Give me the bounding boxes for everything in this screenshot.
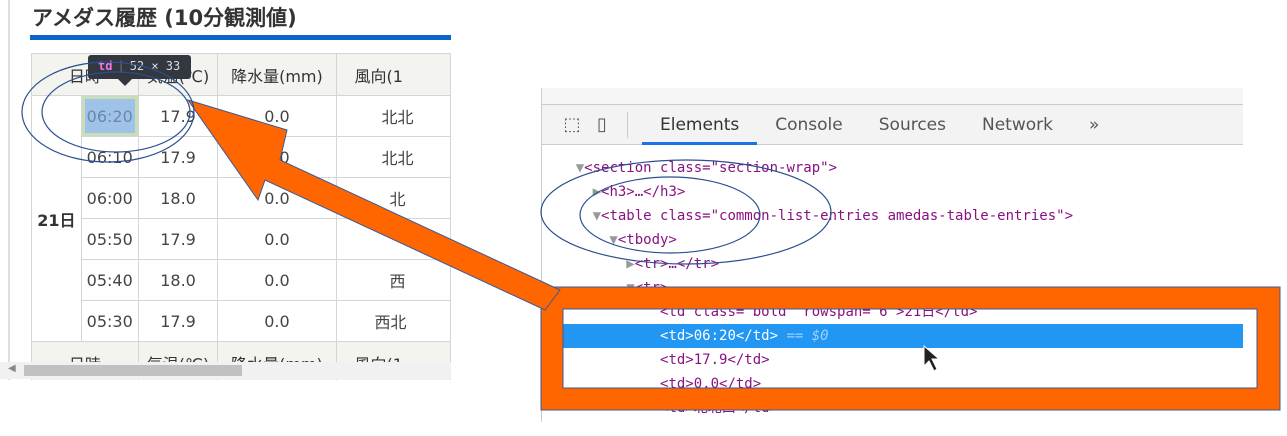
date-cell: 21日 [31,95,82,342]
rain-cell: 0.0 [217,300,337,342]
rain-cell: 0.0 [217,95,337,137]
wind-cell: 北 [335,177,451,219]
tooltip-size: 52 × 33 [129,59,181,73]
time-cell: 05:30 [80,300,139,342]
temp-cell: 17.9 [137,95,219,137]
node-text: <td>17.9</td> [660,352,770,368]
dom-node-h3[interactable]: ▶<h3>…</h3> [542,180,1243,204]
dom-node-tbody[interactable]: ▼<tbody> [542,228,1243,252]
temp-cell: 18.0 [137,259,219,301]
node-text: <tbody> [617,232,677,248]
inspect-tooltip: td | 52 × 33 [88,55,191,86]
webpage-panel: アメダス履歴 (10分観測値) 日時 気温(℃) 降水量(mm) 風向(1 21… [0,0,451,380]
table-row: 05:30 17.9 0.0 西北 [32,300,451,342]
tab-divider [627,111,628,138]
temp-cell: 17.9 [137,136,219,178]
devtools-panel: ⬚ ▯ Elements Console Sources Network » ▼… [541,88,1243,422]
header-wind: 風向(1 [335,53,451,96]
console-ref: == $0 [786,328,829,344]
node-text: <h3>…</h3> [601,184,686,200]
inspect-element-icon[interactable]: ⬚ [557,114,587,135]
temp-cell: 18.0 [137,177,219,219]
wind-cell: 北北 [335,95,451,137]
page-border [8,0,10,380]
tab-network[interactable]: Network [964,105,1071,145]
dom-node-td-wind[interactable]: <td>北北西</td> [542,396,1243,420]
temp-cell: 17.9 [137,218,219,260]
dom-node-td-selected[interactable]: <td>06:20</td> == $0 [542,324,1243,348]
dom-node-section[interactable]: ▼<section class="section-wrap"> [542,156,1243,180]
dom-node-td-date[interactable]: <td class="bold" rowspan="6">21日</td> [542,300,1243,324]
table-row: 21日 06:20 17.9 0.0 北北 [31,95,451,342]
scroll-left-icon[interactable]: ◀ [8,363,16,374]
table-row: 06:10 17.9 0.0 北北 [32,136,451,178]
header-rain: 降水量(mm) [217,53,337,96]
wind-cell: 西北 [335,300,451,342]
node-text: <section class="section-wrap"> [584,160,838,176]
more-tabs-icon[interactable]: » [1071,105,1117,145]
title-underline [30,35,451,40]
tooltip-tag: td [98,59,113,73]
node-text: <td>北北西</td> [660,400,778,416]
wind-cell: 北北 [335,136,451,178]
node-text: <tr>…</tr> [634,256,720,272]
dom-tree: ▼<section class="section-wrap"> ▶<h3>…</… [542,145,1243,420]
time-cell: 05:50 [80,218,139,260]
dom-node-td-rain[interactable]: <td>0.0</td> [542,372,1243,396]
time-cell: 05:40 [80,259,139,301]
time-cell[interactable]: 06:20 [80,95,139,137]
rain-cell: 0.0 [217,259,337,301]
horizontal-scrollbar[interactable]: ◀ [0,362,451,379]
dom-node-td-temp[interactable]: <td>17.9</td> [542,348,1243,372]
rain-cell: 0.0 [217,136,337,178]
scrollbar-thumb[interactable] [24,365,242,376]
dom-node-table[interactable]: ▼<table class="common-list-entries ameda… [542,204,1243,228]
tab-sources[interactable]: Sources [861,105,964,145]
dom-node-tr-open[interactable]: ▼<tr> [542,276,1243,300]
temp-cell: 17.9 [137,300,219,342]
table-row: 05:50 17.9 0.0 [32,218,451,260]
node-text: <table class="common-list-entries amedas… [601,208,1074,224]
rain-cell: 0.0 [217,177,337,219]
devtools-top-strip [542,88,1243,105]
tab-console[interactable]: Console [757,105,861,145]
devtools-tabbar: ⬚ ▯ Elements Console Sources Network » [542,105,1243,145]
device-toolbar-icon[interactable]: ▯ [587,114,617,135]
wind-cell: 西 [335,259,451,301]
time-cell: 06:00 [80,177,139,219]
time-cell: 06:10 [80,136,139,178]
rain-cell: 0.0 [217,218,337,260]
amedas-table: 日時 気温(℃) 降水量(mm) 風向(1 21日 06:20 17.9 0.0… [31,53,451,380]
node-text: <td class="bold" rowspan="6">21日</td> [660,304,978,320]
dom-node-tr[interactable]: ▶<tr>…</tr> [542,252,1243,276]
table-row: 06:00 18.0 0.0 北 [32,177,451,219]
node-text: <td>06:20</td> [660,328,779,344]
wind-cell [335,218,451,260]
node-text: <td>0.0</td> [660,376,762,392]
table-row: 05:40 18.0 0.0 西 [32,259,451,301]
page-title: アメダス履歴 (10分観測値) [32,6,297,30]
node-text: <tr> [634,280,669,296]
tab-elements[interactable]: Elements [642,105,758,145]
